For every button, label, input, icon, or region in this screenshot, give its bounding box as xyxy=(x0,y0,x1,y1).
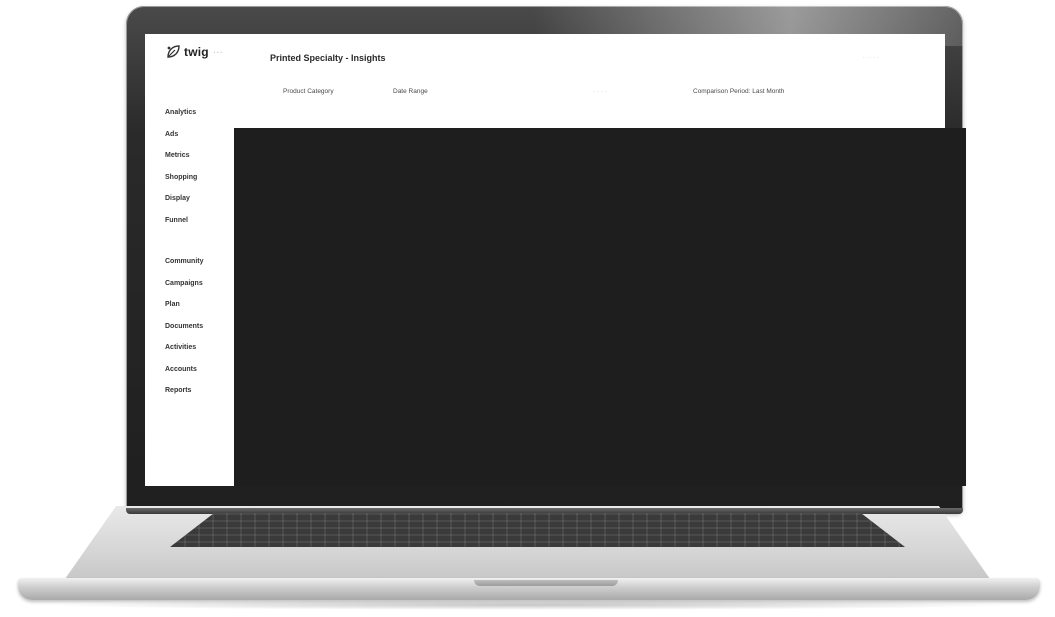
logo-suffix: ··· xyxy=(212,46,223,58)
sidebar-item[interactable]: Ads xyxy=(165,124,237,146)
sidebar: twig ··· Analytics Ads Metrics Shopping … xyxy=(145,34,237,486)
sidebar-item[interactable]: Activities xyxy=(165,337,237,359)
sidebar-item[interactable]: Shopping xyxy=(165,167,237,189)
header-status: · · · · · xyxy=(862,55,879,61)
trackpad-notch xyxy=(474,580,618,586)
sidebar-item[interactable]: Campaigns xyxy=(165,273,237,295)
filter-date-range[interactable]: Date Range xyxy=(393,88,428,95)
logo-text: twig xyxy=(184,45,209,59)
sidebar-item[interactable]: Funnel xyxy=(165,210,237,232)
sidebar-item[interactable]: Reports xyxy=(165,380,237,402)
keyboard xyxy=(170,513,905,547)
filter-bar: Product Category Date Range · · · · Comp… xyxy=(283,88,933,100)
app-logo[interactable]: twig ··· xyxy=(165,44,223,60)
filter-placeholder[interactable]: · · · · xyxy=(593,88,607,95)
leaf-icon xyxy=(167,45,180,58)
sidebar-nav: Analytics Ads Metrics Shopping Display F… xyxy=(165,102,237,402)
sidebar-divider xyxy=(165,231,237,251)
sidebar-item[interactable]: Display xyxy=(165,188,237,210)
sidebar-item[interactable]: Analytics xyxy=(165,102,237,124)
sidebar-item[interactable]: Accounts xyxy=(165,359,237,381)
page-title: Printed Specialty - Insights xyxy=(270,53,386,63)
content-overlay-panel xyxy=(234,128,966,486)
sidebar-item[interactable]: Documents xyxy=(165,316,237,338)
filter-comparison-period[interactable]: Comparison Period: Last Month xyxy=(693,88,784,95)
laptop-shadow xyxy=(40,600,1020,610)
sidebar-item[interactable]: Metrics xyxy=(165,145,237,167)
sidebar-item[interactable]: Plan xyxy=(165,294,237,316)
laptop-mockup: twig ··· Analytics Ads Metrics Shopping … xyxy=(0,0,1055,617)
sidebar-item[interactable]: Community xyxy=(165,251,237,273)
filter-product-category[interactable]: Product Category xyxy=(283,88,334,95)
